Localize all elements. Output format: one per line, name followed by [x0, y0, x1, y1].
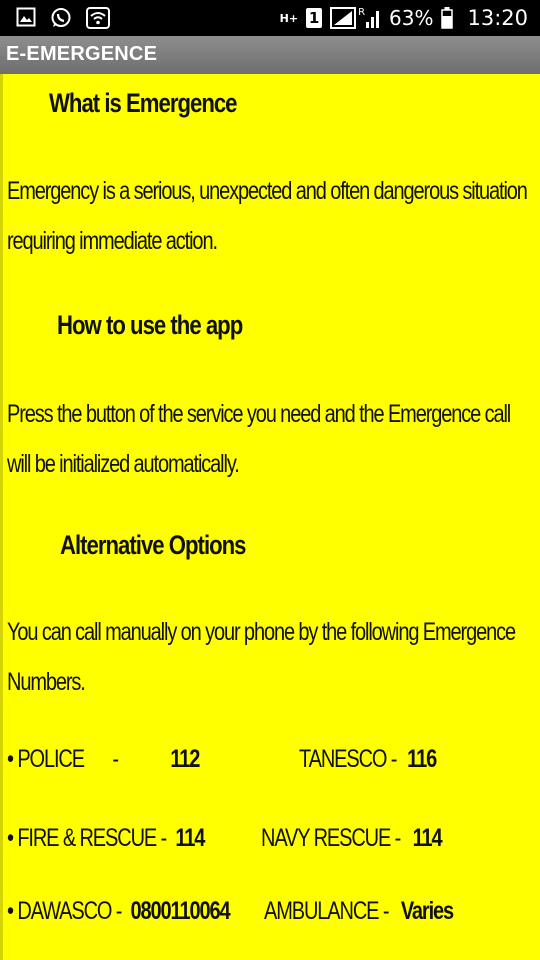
- signal-icon: [330, 7, 357, 29]
- paragraph-alternative-options: You can call manually on your phone by t…: [7, 618, 516, 696]
- number-ambulance: AMBULANCE - Varies: [264, 897, 454, 937]
- number-police-value: 112: [170, 745, 200, 773]
- sim-badge: 1: [306, 8, 323, 28]
- separator-police: -: [112, 745, 119, 773]
- number-navy-rescue: NAVY RESCUE - 114: [261, 824, 443, 864]
- paragraph-how-to-use: Press the button of the service you need…: [7, 400, 511, 478]
- battery-icon: [441, 7, 454, 29]
- heading-what-is-emergence: What is Emergence: [49, 88, 238, 118]
- label-fire-rescue: • FIRE & RESCUE -: [7, 824, 167, 852]
- heading-how-to-use: How to use the app: [57, 310, 243, 340]
- label-tanesco: TANESCO -: [299, 745, 397, 773]
- sim-number: 1: [308, 9, 320, 27]
- number-dawasco: • DAWASCO - 0800110064: [7, 897, 231, 937]
- label-ambulance: AMBULANCE -: [264, 897, 389, 925]
- signal-bars-icon: [365, 7, 381, 29]
- paragraph-what-is-emergence: Emergency is a serious, unexpected and o…: [7, 177, 528, 255]
- number-tanesco: TANESCO - 116: [299, 745, 437, 785]
- content-area[interactable]: What is Emergence Emergency is a serious…: [0, 74, 540, 960]
- heading-alternative-options: Alternative Options: [60, 530, 247, 560]
- number-fire-rescue: • FIRE & RESCUE - 114: [7, 824, 205, 864]
- number-dawasco-value: 0800110064: [130, 897, 231, 925]
- number-fire-rescue-value: 114: [175, 824, 205, 852]
- wifi-icon: [86, 7, 110, 29]
- app-title: E-EMERGENCE: [6, 43, 158, 65]
- status-bar: H+ 1 R 63% 13:20: [0, 0, 540, 36]
- label-dawasco: • DAWASCO -: [7, 897, 122, 925]
- number-ambulance-value: Varies: [400, 897, 454, 925]
- roaming-label: R: [358, 7, 366, 18]
- status-bar-system: H+ 1 R 63% 13:20: [280, 4, 528, 32]
- status-bar-notifications: [16, 7, 110, 29]
- whatsapp-icon: [50, 7, 72, 29]
- app-title-bar: E-EMERGENCE: [0, 36, 540, 74]
- label-police: • POLICE: [7, 745, 85, 773]
- gallery-icon: [16, 7, 36, 29]
- number-tanesco-value: 116: [407, 745, 437, 773]
- clock: 13:20: [467, 6, 528, 30]
- number-navy-rescue-value: 114: [412, 824, 443, 852]
- label-navy-rescue: NAVY RESCUE -: [261, 824, 401, 852]
- battery-percent: 63%: [389, 6, 434, 30]
- number-police: • POLICE - 112: [7, 745, 200, 785]
- network-type-label: H+: [279, 11, 299, 25]
